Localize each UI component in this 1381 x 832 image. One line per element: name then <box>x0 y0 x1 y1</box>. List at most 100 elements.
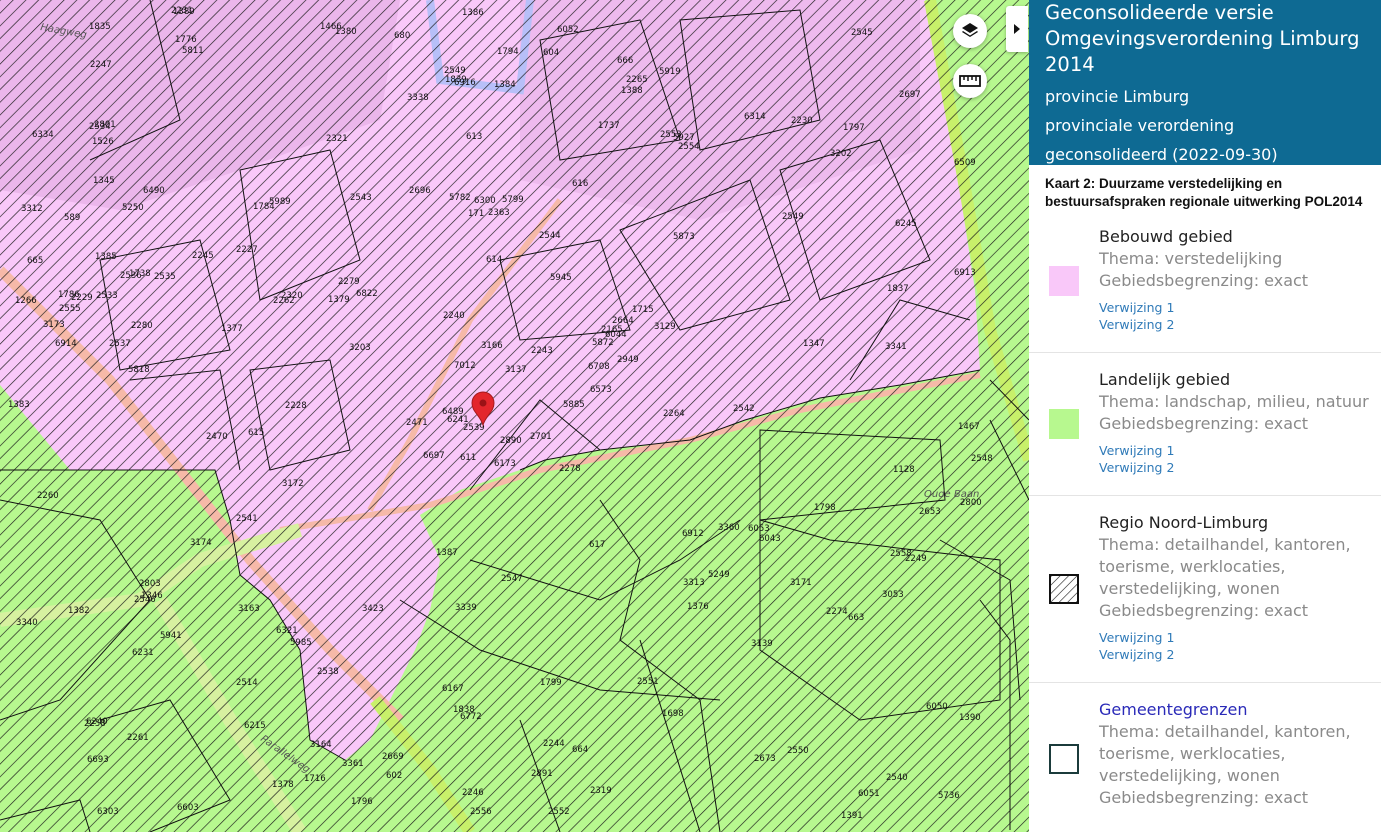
parcel-label: 2471 <box>406 418 428 428</box>
parcel-label: 1391 <box>841 811 863 821</box>
legend-swatch-built <box>1049 266 1079 296</box>
reference-link[interactable]: Verwijzing 2 <box>1099 316 1375 333</box>
legend-boundary: Gebiedsbegrenzing: exact <box>1099 271 1309 290</box>
parcel-label: 2891 <box>531 769 553 779</box>
parcel-label: 2278 <box>559 464 581 474</box>
parcel-label: 1380 <box>335 27 357 37</box>
parcel-label: 6053 <box>748 524 770 534</box>
parcel-label: 3338 <box>407 93 429 103</box>
document-title: Geconsolideerde versie Omgevingsverorden… <box>1045 1 1360 76</box>
parcel-label: 3137 <box>505 365 527 375</box>
parcel-label: 5985 <box>290 638 312 648</box>
map-canvas[interactable]: 6173525062416240587259855919579959275885… <box>0 0 1029 832</box>
parcel-label: 6167 <box>442 684 464 694</box>
legend-panel: Geconsolideerde versie Omgevingsverorden… <box>1029 0 1381 832</box>
map-view[interactable]: 6173 5250 6241 6240 5872 5985 5919 5799 5927 5885… <box>0 0 1029 832</box>
parcel-label: 5250 <box>122 203 144 213</box>
parcel-label: 3129 <box>654 322 676 332</box>
parcel-label: 1387 <box>436 548 458 558</box>
parcel-label: 2230 <box>791 116 813 126</box>
parcel-label: 5873 <box>673 232 695 242</box>
parcel-label: 5811 <box>182 46 204 56</box>
legend-name[interactable]: Gemeentegrenzen <box>1099 699 1375 721</box>
collapse-panel-button[interactable] <box>1006 6 1028 52</box>
parcel-label: 2556 <box>470 807 492 817</box>
parcel-label: 2545 <box>851 28 873 38</box>
parcel-label: 3341 <box>885 342 907 352</box>
parcel-label: 3203 <box>349 343 371 353</box>
parcel-label: 663 <box>848 613 864 623</box>
parcel-label: 2363 <box>488 208 510 218</box>
parcel-label: 2553 <box>660 130 682 140</box>
parcel-label: 616 <box>572 179 588 189</box>
parcel-label: 1838 <box>453 705 475 715</box>
parcel-label: 2320 <box>281 291 303 301</box>
parcel-label: 6321 <box>276 626 298 636</box>
parcel-label: 1389 <box>173 7 195 17</box>
legend-boundary: Gebiedsbegrenzing: exact <box>1099 414 1309 433</box>
parcel-label: 1698 <box>662 709 684 719</box>
parcel-label: 2890 <box>500 436 522 446</box>
parcel-label: 3202 <box>830 149 852 159</box>
parcel-label: 664 <box>572 745 588 755</box>
parcel-label: 6173 <box>494 459 516 469</box>
parcel-label: 2552 <box>548 807 570 817</box>
parcel-label: 2538 <box>317 667 339 677</box>
map-caption: Kaart 2: Duurzame verstedelijking en bes… <box>1029 165 1381 211</box>
parcel-label: 1377 <box>221 324 243 334</box>
parcel-label: 617 <box>589 540 605 550</box>
map-caption-text: Kaart 2: Duurzame verstedelijking en bes… <box>1045 176 1363 209</box>
legend-boundary: Gebiedsbegrenzing: exact <box>1099 788 1309 807</box>
parcel-label: 2540 <box>886 773 908 783</box>
parcel-label: 2803 <box>139 579 161 589</box>
parcel-label: 1347 <box>803 339 825 349</box>
parcel-label: 5249 <box>708 570 730 580</box>
parcel-label: 1378 <box>272 780 294 790</box>
parcel-label: 3339 <box>455 603 477 613</box>
parcel-label: 2533 <box>96 291 118 301</box>
legend-name: Bebouwd gebied <box>1099 227 1233 246</box>
parcel-label: 3173 <box>43 320 65 330</box>
document-header: Geconsolideerde versie Omgevingsverorden… <box>1029 0 1381 165</box>
parcel-label: 2697 <box>899 90 921 100</box>
parcel-label: 2228 <box>285 401 307 411</box>
document-authority: provincie Limburg <box>1045 87 1190 106</box>
parcel-label: 1345 <box>93 176 115 186</box>
parcel-label: 2261 <box>127 733 149 743</box>
legend-boundary: Gebiedsbegrenzing: exact <box>1099 601 1309 620</box>
parcel-label: 3313 <box>683 578 705 588</box>
parcel-label: 1376 <box>687 602 709 612</box>
legend-name: Regio Noord-Limburg <box>1099 513 1269 532</box>
reference-link[interactable]: Verwijzing 2 <box>1099 646 1375 663</box>
reference-link[interactable]: Verwijzing 1 <box>1099 629 1375 646</box>
parcel-label: 5799 <box>502 195 524 205</box>
parcel-label: 614 <box>486 255 502 265</box>
legend-item-landelijk-gebied: Landelijk gebied Thema: landschap, milie… <box>1029 352 1381 496</box>
regio-noord-limburg-hatch <box>0 0 1029 832</box>
parcel-label: 2535 <box>154 272 176 282</box>
parcel-label: 5818 <box>128 365 150 375</box>
parcel-label: 5941 <box>160 631 182 641</box>
parcel-label: 2549 <box>782 212 804 222</box>
parcel-label: 3360 <box>718 523 740 533</box>
parcel-label: 2240 <box>443 311 465 321</box>
parcel-label: 2260 <box>37 491 59 501</box>
document-type: provinciale verordening <box>1045 116 1235 135</box>
parcel-label: 6300 <box>474 196 496 206</box>
reference-link[interactable]: Verwijzing 1 <box>1099 442 1375 459</box>
reference-link[interactable]: Verwijzing 1 <box>1099 299 1375 316</box>
measure-button[interactable] <box>953 64 987 98</box>
parcel-label: 2696 <box>409 186 431 196</box>
layers-button[interactable] <box>953 14 987 48</box>
reference-link[interactable]: Verwijzing 2 <box>1099 459 1375 476</box>
parcel-label: 2321 <box>326 134 348 144</box>
parcel-label: 1797 <box>843 123 865 133</box>
parcel-label: 1384 <box>494 80 516 90</box>
parcel-label: 3174 <box>190 538 212 548</box>
parcel-label: 1796 <box>351 797 373 807</box>
parcel-label: 3340 <box>16 618 38 628</box>
parcel-label: 2244 <box>543 739 565 749</box>
parcel-label: 6489 <box>442 407 464 417</box>
parcel-label: 6914 <box>55 339 77 349</box>
parcel-label: 1128 <box>893 465 915 475</box>
